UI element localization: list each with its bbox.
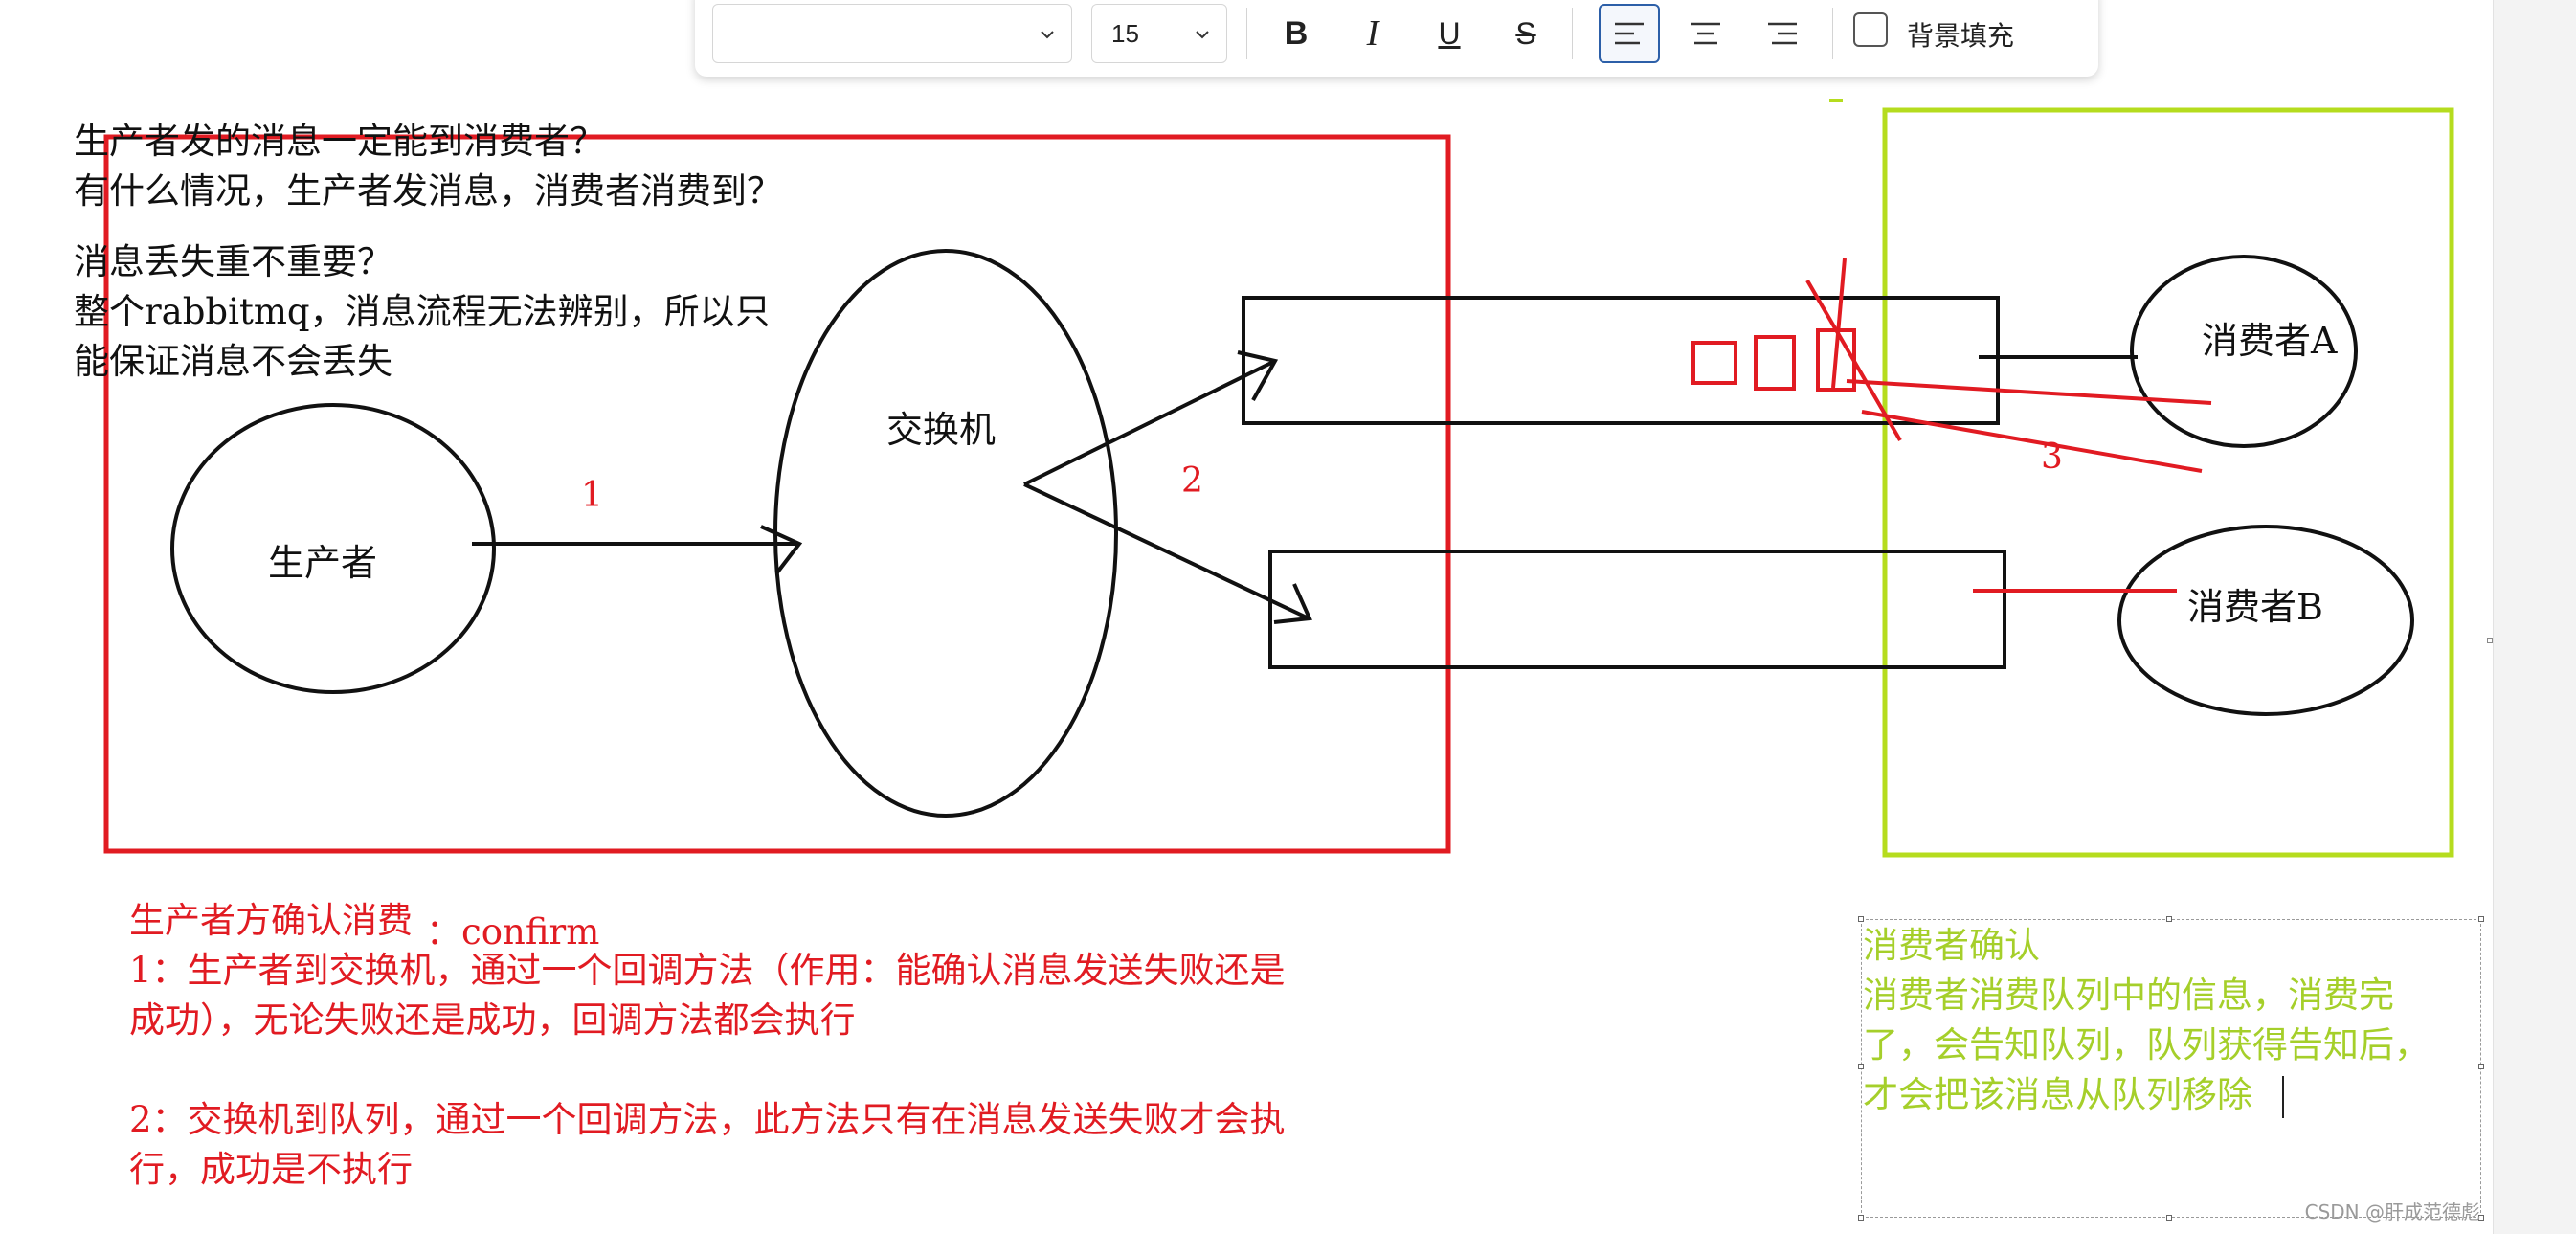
- question-line-1: 生产者发的消息一定能到消费者？: [74, 121, 605, 162]
- align-center-icon: [1691, 22, 1720, 45]
- message-square-1: [1691, 341, 1737, 385]
- queue-b: [1268, 550, 2006, 669]
- textbox-handle[interactable]: [2166, 916, 2172, 922]
- background-fill-label: 背景填充: [1907, 20, 2015, 52]
- textbox-handle[interactable]: [1858, 1215, 1864, 1221]
- chevron-down-icon: [1041, 31, 1054, 39]
- red-scribble-3: [1846, 379, 2212, 405]
- arrow-exchange-queue-b: [1023, 482, 1308, 619]
- arrow-exchange-queue-a: [1023, 360, 1274, 486]
- watermark: CSDN @肝成范德彪: [2304, 1200, 2480, 1223]
- underline-icon: U: [1438, 15, 1461, 51]
- text-format-toolbar: 15 B I U S 背景填充: [695, 0, 2098, 77]
- consumer-confirm-line-1: 消费者确认: [1863, 925, 2040, 966]
- producer-label: 生产者: [268, 542, 378, 584]
- chevron-down-icon: [1196, 31, 1209, 39]
- font-size-value: 15: [1111, 19, 1139, 48]
- red-scribble-4: [1861, 410, 2203, 473]
- consumer-confirm-line-2: 消费者消费队列中的信息，消费完: [1863, 975, 2394, 1016]
- bold-icon: B: [1284, 14, 1309, 52]
- arrowhead-1: [760, 525, 803, 574]
- background-fill-checkbox[interactable]: [1853, 12, 1888, 47]
- underline-button[interactable]: U: [1419, 4, 1480, 63]
- strikethrough-button[interactable]: S: [1495, 4, 1557, 63]
- toolbar-divider: [1832, 8, 1833, 59]
- producer-confirm-title: 生产者方确认消费: [129, 900, 413, 941]
- italic-icon: I: [1366, 13, 1379, 54]
- italic-button[interactable]: I: [1342, 4, 1403, 63]
- question-line-2: 有什么情况，生产者发消息，消费者消费到？: [74, 170, 782, 212]
- consumer-confirm-line-4: 才会把该消息从队列移除: [1863, 1074, 2252, 1115]
- consumer-b-label: 消费者B: [2187, 586, 2323, 628]
- step-3-label: 3: [2041, 438, 2063, 477]
- font-size-select[interactable]: 15: [1091, 4, 1227, 63]
- font-family-select[interactable]: [712, 4, 1072, 63]
- producer-confirm-line-4: 2：交换机到队列，通过一个回调方法，此方法只有在消息发送失败才会执: [129, 1099, 1286, 1140]
- step-1-label: 1: [581, 476, 603, 515]
- textbox-handle[interactable]: [2478, 916, 2484, 922]
- exchange-label: 交换机: [886, 409, 997, 451]
- producer-confirm-line-1: 1：生产者到交换机，通过一个回调方法（作用：能确认消息发送失败还是: [129, 950, 1286, 991]
- strikethrough-icon: S: [1515, 15, 1536, 51]
- loss-line-3: 能保证消息不会丢失: [74, 341, 392, 382]
- toolbar-divider: [1246, 8, 1247, 59]
- producer-confirm-line-2: 成功），无论失败还是成功，回调方法都会执行: [129, 999, 856, 1041]
- align-center-button[interactable]: [1675, 4, 1736, 63]
- text-caret: [2282, 1076, 2284, 1118]
- align-left-button[interactable]: [1599, 4, 1660, 63]
- right-scroll-gutter[interactable]: [2493, 0, 2576, 1234]
- message-square-2: [1754, 335, 1796, 391]
- align-right-button[interactable]: [1752, 4, 1813, 63]
- toolbar-divider: [1572, 8, 1573, 59]
- producer-confirm-line-5: 行，成功是不执行: [129, 1149, 413, 1190]
- exchange-node: [773, 249, 1118, 818]
- consumer-a-label: 消费者A: [2202, 320, 2338, 362]
- consumer-confirm-line-3: 了，会告知队列，队列获得告知后，: [1863, 1024, 2430, 1066]
- align-right-icon: [1768, 22, 1797, 45]
- red-scribble-2: [1831, 258, 1847, 389]
- consumer-side-frame: [1882, 107, 2454, 858]
- textbox-handle[interactable]: [2166, 1215, 2172, 1221]
- textbox-handle[interactable]: [2478, 1064, 2484, 1069]
- align-left-icon: [1615, 22, 1644, 45]
- loss-line-1: 消息丢失重不重要？: [74, 241, 392, 282]
- loss-line-2: 整个rabbitmq，消息流程无法辨别，所以只: [74, 291, 771, 332]
- step-2-label: 2: [1181, 461, 1203, 501]
- bold-button[interactable]: B: [1266, 4, 1327, 63]
